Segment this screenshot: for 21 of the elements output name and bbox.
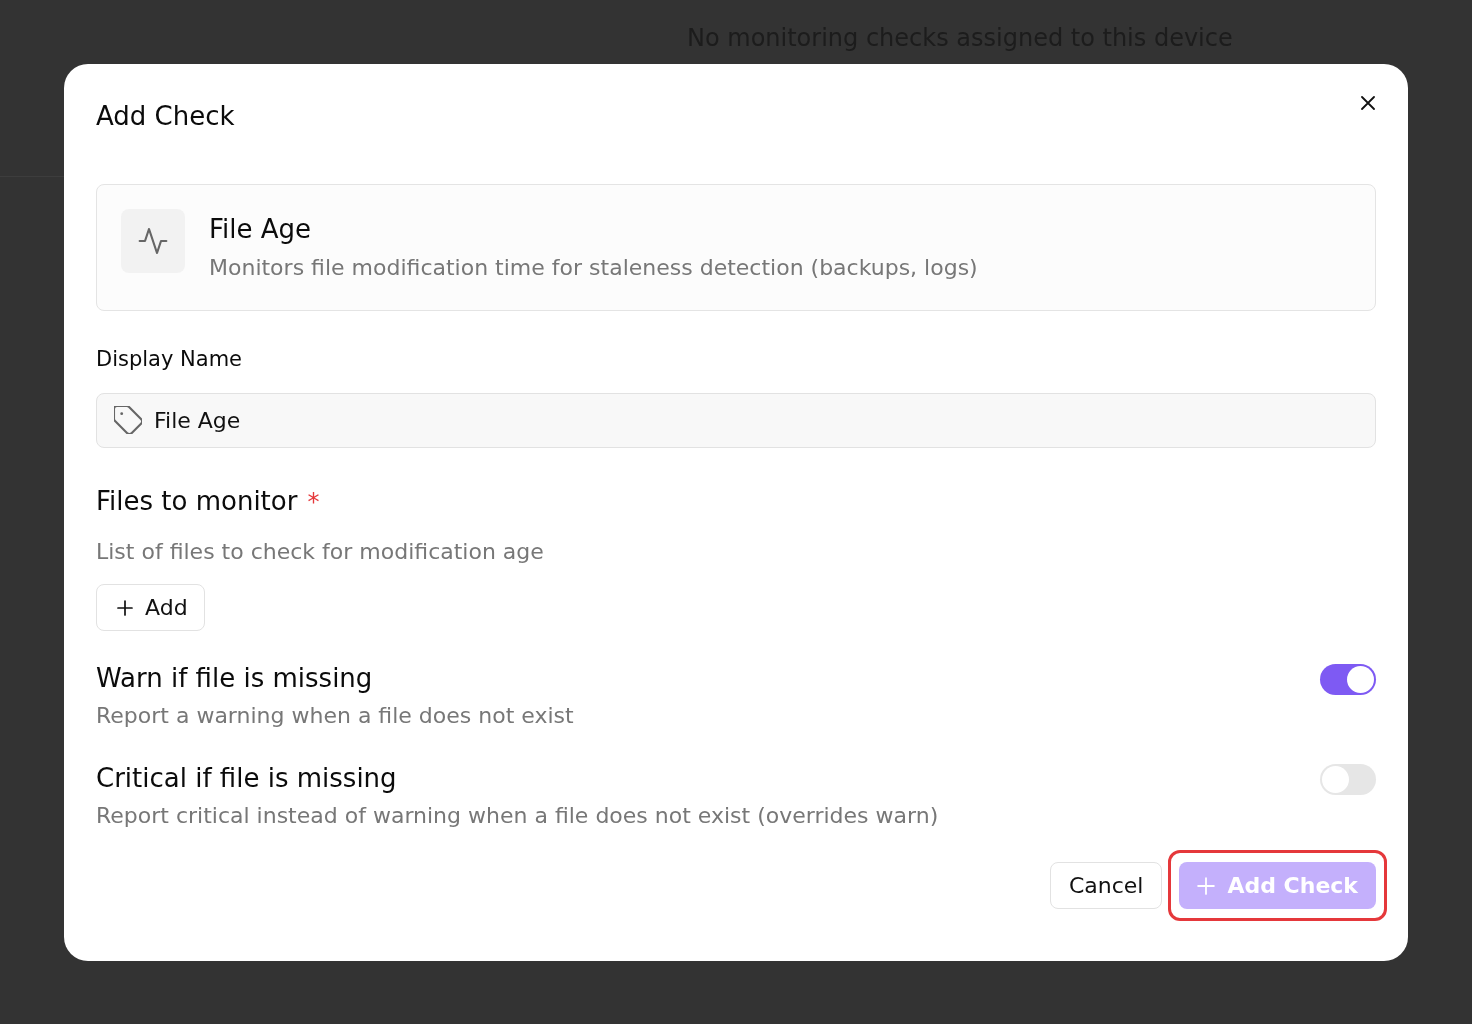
field-label: Display Name: [96, 346, 243, 373]
plus-icon: [117, 599, 133, 616]
display-name-field[interactable]: File Age: [96, 393, 1376, 448]
close-icon[interactable]: [1361, 96, 1375, 110]
toggle-switch[interactable]: [1320, 764, 1376, 795]
toggle-switch[interactable]: [1320, 664, 1376, 695]
option-description: Report critical instead of warning when a file does not exist (overrides warn): [96, 802, 939, 830]
field-label: Files to monitor: [96, 485, 298, 518]
required-asterisk: *: [307, 487, 320, 517]
check-type-description: Monitors file modification time for staleness detection (backups, logs): [209, 254, 978, 282]
add-file-button[interactable]: Add: [96, 584, 205, 631]
option-label: Critical if file is missing: [96, 762, 397, 795]
dialog-title: Add Check: [96, 100, 235, 133]
tag-icon: [114, 406, 142, 434]
cancel-button[interactable]: Cancel: [1049, 862, 1163, 909]
check-type-name: File Age: [209, 213, 312, 246]
option-description: Report a warning when a file does not exist: [96, 702, 574, 730]
plus-icon: [1197, 876, 1216, 895]
option-label: Warn if file is missing: [96, 662, 373, 695]
field-description: List of files to check for modification age: [96, 538, 544, 566]
pulse-icon: [121, 209, 185, 273]
